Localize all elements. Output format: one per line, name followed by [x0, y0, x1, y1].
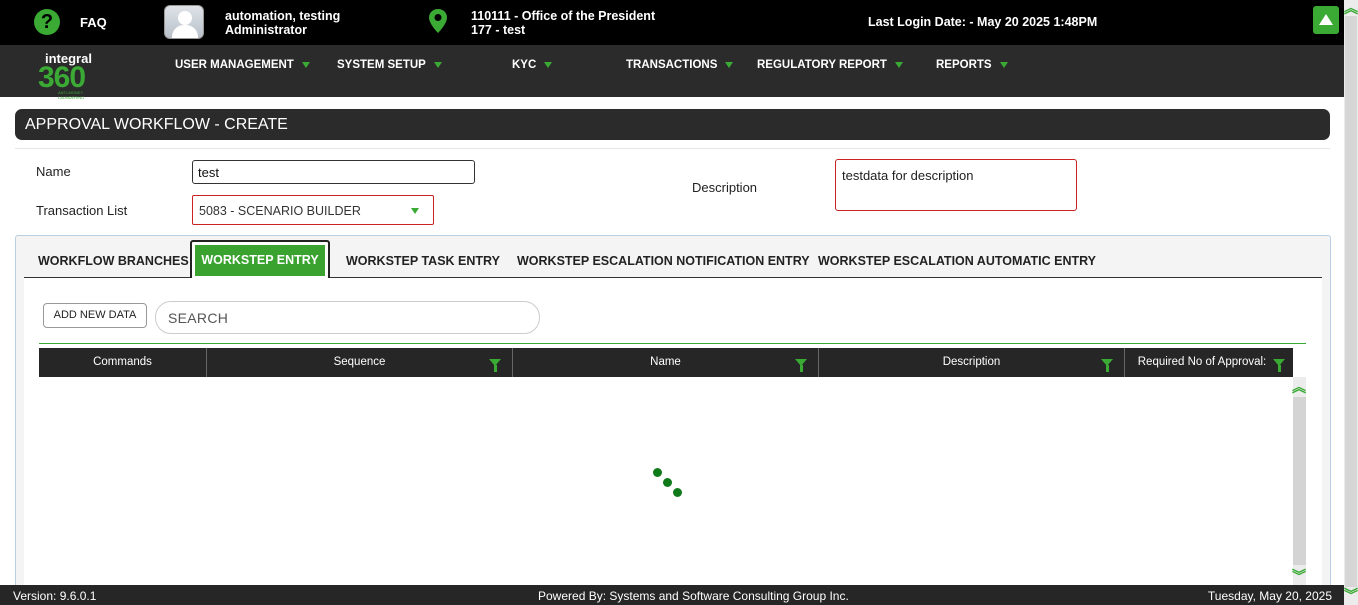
- column-name[interactable]: Name: [513, 348, 819, 377]
- grid-header: Commands Sequence Name Description Requi…: [39, 348, 1293, 377]
- divider: [39, 343, 1306, 344]
- powered-by-text: Powered By: Systems and Software Consult…: [538, 589, 849, 603]
- help-icon[interactable]: ?: [34, 9, 60, 35]
- integral360-logo[interactable]: integral 360 ANTI-MONEY LAUNDERING: [36, 48, 106, 100]
- chevron-down-icon: [894, 61, 903, 68]
- chevron-down-icon[interactable]: ︾: [1292, 569, 1306, 584]
- location-pin-icon: [429, 9, 447, 33]
- filter-icon[interactable]: [1101, 359, 1113, 372]
- filter-icon[interactable]: [489, 359, 501, 372]
- tab-workstep-entry[interactable]: WORKSTEP ENTRY: [195, 245, 325, 276]
- chevron-down-icon: [999, 61, 1008, 68]
- nav-kyc[interactable]: KYC: [512, 59, 553, 71]
- main-nav: integral 360 ANTI-MONEY LAUNDERING USER …: [0, 45, 1344, 100]
- chevron-down-icon[interactable]: ︾: [1344, 588, 1358, 603]
- name-label: Name: [36, 164, 71, 179]
- add-new-data-button[interactable]: ADD NEW DATA: [43, 303, 147, 328]
- chevron-down-icon: [544, 61, 553, 68]
- chevron-down-icon: [411, 208, 419, 214]
- filter-icon[interactable]: [1273, 359, 1285, 372]
- scroll-top-button[interactable]: [1313, 6, 1339, 34]
- tab-workstep-task-entry[interactable]: WORKSTEP TASK ENTRY: [346, 254, 500, 268]
- nav-system-setup[interactable]: SYSTEM SETUP: [337, 59, 442, 71]
- chevron-down-icon: [301, 61, 310, 68]
- description-field[interactable]: testdata for description: [835, 159, 1077, 211]
- transaction-list-select[interactable]: 5083 - SCENARIO BUILDER: [192, 195, 434, 225]
- page-title: APPROVAL WORKFLOW - CREATE: [15, 109, 1330, 140]
- column-required-approvals[interactable]: Required No of Approval:: [1125, 348, 1293, 377]
- nav-regulatory-report[interactable]: REGULATORY REPORT: [757, 59, 903, 71]
- nav-user-management[interactable]: USER MANAGEMENT: [175, 59, 310, 71]
- tab-workflow-branches[interactable]: WORKFLOW BRANCHES: [38, 254, 189, 268]
- page-scrollbar[interactable]: [1344, 0, 1358, 605]
- divider: [15, 148, 1330, 149]
- last-login-date: Last Login Date: - May 20 2025 1:48PM: [868, 15, 1098, 29]
- nav-reports[interactable]: REPORTS: [936, 59, 1008, 71]
- footer: Version: 9.6.0.1 Powered By: Systems and…: [0, 585, 1344, 605]
- transaction-list-label: Transaction List: [36, 203, 128, 218]
- tab-workstep-escalation-notification-entry[interactable]: WORKSTEP ESCALATION NOTIFICATION ENTRY: [517, 254, 810, 268]
- tab-workstep-escalation-automatic-entry[interactable]: WORKSTEP ESCALATION AUTOMATIC ENTRY: [818, 254, 1096, 268]
- chevron-down-icon: [433, 61, 442, 68]
- filter-icon[interactable]: [795, 359, 807, 372]
- column-description[interactable]: Description: [819, 348, 1125, 377]
- office-line-2: 177 - test: [471, 23, 526, 37]
- search-input[interactable]: SEARCH: [155, 301, 540, 334]
- grid-scrollbar[interactable]: [1293, 377, 1306, 585]
- avatar[interactable]: [164, 5, 204, 39]
- chevron-up-icon[interactable]: ︽: [1292, 380, 1306, 395]
- footer-date: Tuesday, May 20, 2025: [1207, 589, 1332, 603]
- faq-link[interactable]: FAQ: [80, 15, 107, 30]
- description-label: Description: [692, 180, 758, 195]
- user-name: automation, testing: [225, 9, 341, 23]
- user-role: Administrator: [225, 23, 307, 37]
- nav-transactions[interactable]: TRANSACTIONS: [626, 59, 734, 71]
- chevron-up-icon[interactable]: ︽: [1344, 1, 1358, 16]
- scrollbar-thumb[interactable]: [1345, 16, 1357, 587]
- name-field[interactable]: test: [192, 160, 475, 184]
- column-sequence[interactable]: Sequence: [207, 348, 513, 377]
- scrollbar-thumb[interactable]: [1293, 397, 1306, 565]
- chevron-down-icon: [725, 61, 734, 68]
- office-line-1: 110111 - Office of the President: [471, 9, 656, 23]
- top-header: ? FAQ automation, testing Administrator …: [0, 0, 1344, 45]
- version-text: Version: 9.6.0.1: [13, 589, 97, 603]
- column-commands: Commands: [39, 348, 207, 377]
